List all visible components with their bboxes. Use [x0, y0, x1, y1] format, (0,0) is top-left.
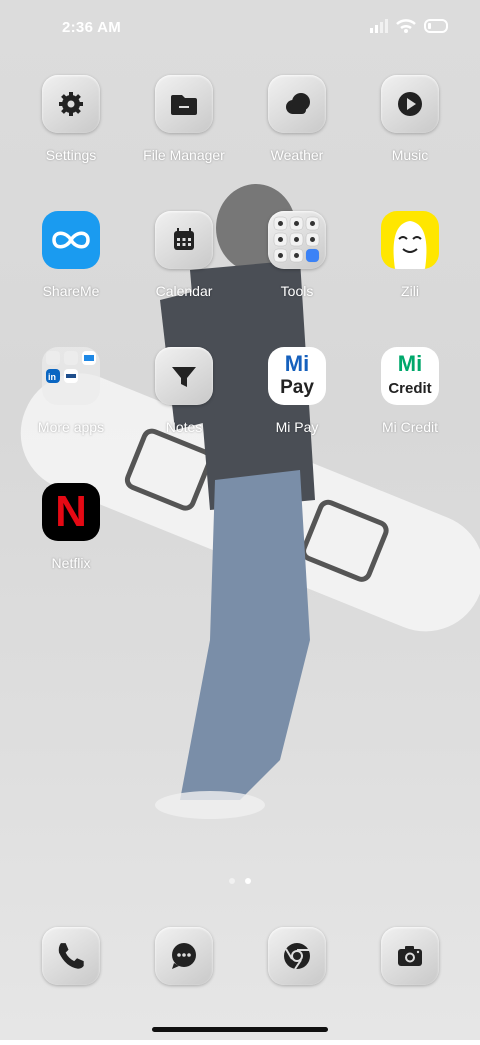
app-label: More apps — [37, 419, 105, 435]
micredit-logo-icon: Mi Credit — [381, 347, 439, 405]
app-label: Netflix — [51, 555, 91, 571]
app-label: Settings — [45, 147, 97, 163]
page-dot-2-active[interactable] — [245, 878, 251, 884]
micredit-text: Credit — [388, 380, 432, 397]
status-time: 2:36 AM — [62, 19, 122, 36]
app-mi-credit[interactable]: Mi Credit Mi Credit — [354, 347, 466, 435]
dock-phone[interactable] — [15, 927, 127, 985]
app-weather[interactable]: Weather — [241, 75, 353, 163]
app-label: Calendar — [155, 283, 213, 299]
app-music[interactable]: Music — [354, 75, 466, 163]
dock-camera[interactable] — [354, 927, 466, 985]
netflix-icon: N — [42, 483, 100, 541]
zili-face-icon — [381, 211, 439, 269]
app-label: Notes — [165, 419, 203, 435]
camera-icon — [381, 927, 439, 985]
app-settings[interactable]: Settings — [15, 75, 127, 163]
app-file-manager[interactable]: File Manager — [128, 75, 240, 163]
dock-chrome[interactable] — [241, 927, 353, 985]
infinity-icon — [42, 211, 100, 269]
battery-icon — [424, 19, 448, 33]
app-folder-more-apps[interactable]: in More apps — [15, 347, 127, 435]
home-gesture-bar[interactable] — [152, 1027, 328, 1032]
mipay-text: Pay — [280, 377, 314, 398]
mipay-logo-icon: Mi Pay — [268, 347, 326, 405]
app-mi-pay[interactable]: Mi Pay Mi Pay — [241, 347, 353, 435]
app-label: Weather — [270, 147, 324, 163]
play-icon — [381, 75, 439, 133]
signal-icon — [370, 19, 388, 33]
app-label: Tools — [280, 283, 314, 299]
phone-icon — [42, 927, 100, 985]
notes-funnel-icon — [155, 347, 213, 405]
messages-icon — [155, 927, 213, 985]
svg-text:in: in — [48, 372, 56, 382]
status-icons — [370, 18, 450, 34]
app-zili[interactable]: Zili — [354, 211, 466, 299]
netflix-n-text: N — [55, 487, 87, 536]
cloud-icon — [268, 75, 326, 133]
calendar-icon — [155, 211, 213, 269]
app-netflix[interactable]: N Netflix — [15, 483, 127, 571]
app-label: Mi Pay — [275, 419, 319, 435]
app-label: File Manager — [143, 147, 225, 163]
app-shareme[interactable]: ShareMe — [15, 211, 127, 299]
app-calendar[interactable]: Calendar — [128, 211, 240, 299]
chrome-icon — [268, 927, 326, 985]
page-indicator — [0, 878, 480, 884]
app-label: Mi Credit — [381, 419, 438, 435]
page-dot-1[interactable] — [229, 878, 235, 884]
app-label: Music — [391, 147, 429, 163]
app-notes[interactable]: Notes — [128, 347, 240, 435]
app-label: ShareMe — [42, 283, 100, 299]
status-bar: 2:36 AM — [0, 0, 480, 56]
folder-icon — [155, 75, 213, 133]
app-tools[interactable]: Tools — [241, 211, 353, 299]
app-label: Zili — [401, 283, 419, 299]
mipay-mi-text: Mi — [284, 351, 310, 376]
micredit-mi-text: Mi — [397, 351, 423, 376]
dock-messages[interactable] — [128, 927, 240, 985]
tools-grid-icon — [268, 211, 326, 269]
gear-icon — [42, 75, 100, 133]
app-folder-icon: in — [42, 347, 100, 405]
wifi-icon — [396, 19, 416, 33]
